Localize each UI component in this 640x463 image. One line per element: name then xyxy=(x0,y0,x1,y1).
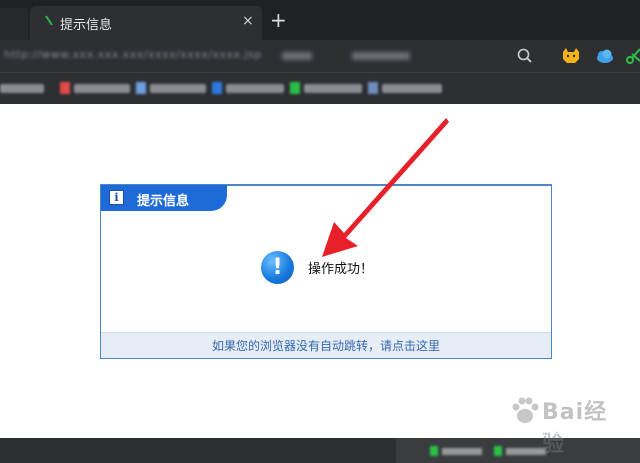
bookmark-item[interactable] xyxy=(368,81,442,95)
info-icon: i xyxy=(109,190,124,205)
bookmark-item[interactable] xyxy=(136,81,206,95)
page-favicon-icon xyxy=(45,15,53,26)
watermark-brand: Bai经验 xyxy=(542,400,608,457)
bookmark-item[interactable] xyxy=(60,81,130,95)
bookmarks-bar xyxy=(0,72,640,104)
bookmark-item[interactable] xyxy=(290,81,362,95)
address-toolbar: http://www.xxx.xxx.xxx/xxxx/xxxx/xxxx.js… xyxy=(0,40,640,72)
redirect-link[interactable]: 如果您的浏览器没有自动跳转，请点击这里 xyxy=(101,332,551,358)
status-item[interactable] xyxy=(494,446,546,456)
tab-close-icon[interactable]: × xyxy=(242,12,254,30)
cloud-icon[interactable] xyxy=(594,45,616,67)
dialog-body: ! 操作成功！ xyxy=(261,251,373,284)
active-tab[interactable]: 提示信息 × xyxy=(30,6,262,40)
paw-logo-icon xyxy=(512,397,539,423)
address-bar-url[interactable]: http://www.xxx.xxx.xxx/xxxx/xxxx/xxxx.js… xyxy=(4,48,262,61)
tab-bar: 提示信息 × + xyxy=(0,0,640,40)
dialog-header: i 提示信息 xyxy=(101,185,227,211)
success-message: 操作成功！ xyxy=(308,262,374,277)
blurred-toolbar-item xyxy=(282,52,312,60)
bookmark-item[interactable] xyxy=(212,81,284,95)
cat-extension-icon[interactable] xyxy=(560,45,582,67)
previous-tab[interactable] xyxy=(0,8,28,40)
tab-title: 提示信息 xyxy=(60,18,113,33)
exclamation-icon: ! xyxy=(261,251,294,284)
message-dialog: i 提示信息 ! 操作成功！ 如果您的浏览器没有自动跳转，请点击这里 xyxy=(100,184,552,359)
search-icon[interactable] xyxy=(514,45,536,67)
bookmark-item[interactable] xyxy=(0,81,44,95)
dialog-title: 提示信息 xyxy=(137,194,190,209)
blurred-toolbar-item xyxy=(352,52,410,60)
status-item[interactable] xyxy=(430,446,482,456)
baidu-jingyan-watermark: Bai经验 jingyan.baidu.com xyxy=(500,392,630,457)
watermark-url: jingyan.baidu.com xyxy=(538,428,622,438)
scissors-icon[interactable] xyxy=(624,45,640,67)
new-tab-button[interactable]: + xyxy=(270,9,287,31)
